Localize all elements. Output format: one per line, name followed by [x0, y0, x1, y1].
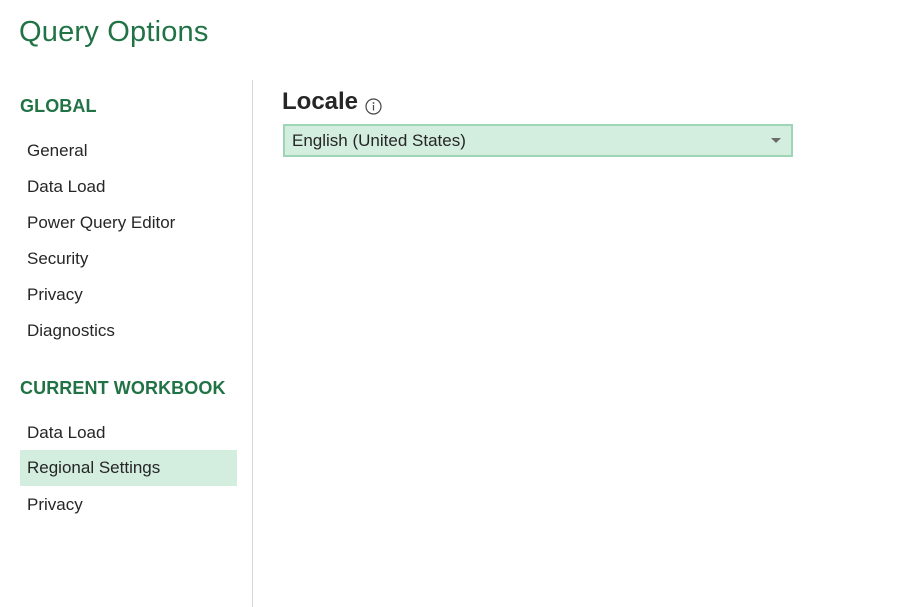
sidebar-item-general[interactable]: General: [20, 133, 237, 169]
options-sidebar: GLOBAL General Data Load Power Query Edi…: [0, 80, 252, 607]
locale-heading-label: Locale: [282, 88, 359, 115]
sidebar-item-workbook-data-load[interactable]: Data Load: [20, 415, 237, 451]
sidebar-item-diagnostics[interactable]: Diagnostics: [20, 313, 237, 349]
locale-select-value: English (United States): [292, 131, 466, 150]
section-header-global: GLOBAL: [20, 96, 97, 116]
sidebar-item-power-query-editor[interactable]: Power Query Editor: [20, 205, 237, 241]
section-header-current-workbook: CURRENT WORKBOOK: [20, 378, 226, 398]
chevron-down-icon: [771, 138, 781, 143]
sidebar-item-regional-settings[interactable]: Regional Settings: [20, 450, 237, 486]
regional-settings-panel: Locale English (United States): [253, 80, 912, 607]
sidebar-item-global-privacy[interactable]: Privacy: [20, 277, 237, 313]
locale-select[interactable]: English (United States): [283, 124, 793, 157]
sidebar-item-security[interactable]: Security: [20, 241, 237, 277]
dialog-title: Query Options: [19, 16, 209, 48]
sidebar-item-global-data-load[interactable]: Data Load: [20, 169, 237, 205]
sidebar-item-workbook-privacy[interactable]: Privacy: [20, 487, 237, 523]
query-options-dialog: Query Options GLOBAL General Data Load P…: [0, 0, 912, 607]
locale-heading: Locale: [282, 88, 382, 116]
info-circle-icon[interactable]: [365, 94, 382, 115]
